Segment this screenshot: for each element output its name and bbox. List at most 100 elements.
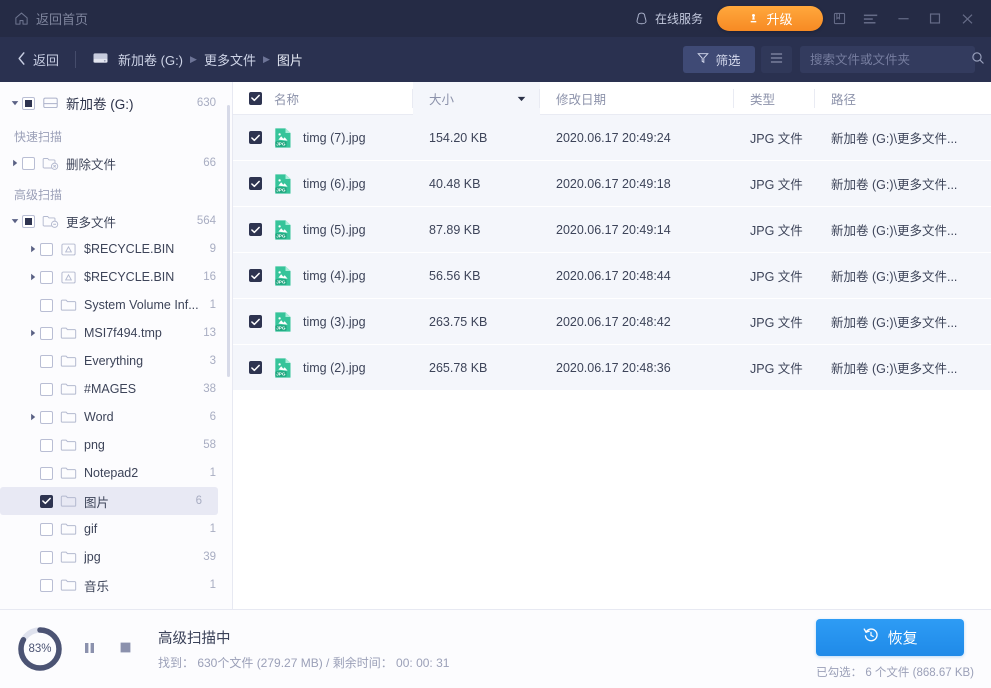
tree-toggle-icon[interactable] <box>26 273 40 281</box>
progress-ring: 83% <box>16 625 64 673</box>
column-header-size-label: 大小 <box>429 92 455 107</box>
column-header-path[interactable]: 路径 <box>815 82 991 115</box>
tree-checkbox[interactable] <box>40 298 53 312</box>
cell-path: 新加卷 (G:)\更多文件... <box>831 362 958 376</box>
sidebar-item--[interactable]: 图片 6 <box>0 487 218 515</box>
filter-button[interactable]: 筛选 <box>683 46 755 73</box>
column-header-type[interactable]: 类型 <box>734 82 815 115</box>
upgrade-button[interactable]: 升级 <box>717 6 823 31</box>
sidebar-item-system-volume-inf-[interactable]: System Volume Inf... 1 <box>0 291 232 319</box>
tree-checkbox[interactable] <box>22 96 35 110</box>
sidebar-item--mages[interactable]: #MAGES 38 <box>0 375 232 403</box>
menu-button[interactable] <box>855 0 887 37</box>
row-checkbox[interactable] <box>249 131 262 144</box>
breadcrumb-item-0[interactable]: 新加卷 (G:) <box>118 50 183 69</box>
tree-checkbox[interactable] <box>40 382 53 396</box>
sidebar-item-gif[interactable]: gif 1 <box>0 515 232 543</box>
tree-toggle-icon[interactable] <box>26 413 40 421</box>
tree-checkbox[interactable] <box>40 326 53 340</box>
navigation-bar: 返回 新加卷 (G:) ▶ 更多文件 ▶ 图片 筛选 <box>0 37 991 82</box>
sidebar-item-everything[interactable]: Everything 3 <box>0 347 232 375</box>
sidebar-item-count: 13 <box>203 327 216 339</box>
sidebar-item--recycle-bin[interactable]: $RECYCLE.BIN 16 <box>0 263 232 291</box>
breadcrumb-item-1[interactable]: 更多文件 <box>204 50 256 69</box>
breadcrumb-item-2[interactable]: 图片 <box>277 50 303 69</box>
drive-icon <box>42 95 59 111</box>
home-icon <box>14 11 29 26</box>
table-row[interactable]: JPG timg (5).jpg 87.89 KB 2020.06.17 20:49:… <box>233 207 991 253</box>
row-checkbox[interactable] <box>249 269 262 282</box>
cell-type: JPG 文件 <box>750 224 803 238</box>
select-all-checkbox[interactable] <box>249 91 262 105</box>
table-row[interactable]: JPG timg (3).jpg 263.75 KB 2020.06.17 20:48… <box>233 299 991 345</box>
sidebar-item-label: System Volume Inf... <box>84 298 199 312</box>
tree-checkbox[interactable] <box>22 214 35 228</box>
row-checkbox[interactable] <box>249 361 262 374</box>
sidebar-item--[interactable]: 更多文件 564 <box>0 207 232 235</box>
minimize-button[interactable] <box>887 0 919 37</box>
search-input[interactable] <box>800 52 971 67</box>
tree-toggle-icon[interactable] <box>26 245 40 253</box>
column-header-date[interactable]: 修改日期 <box>540 82 734 115</box>
table-row[interactable]: JPG timg (2).jpg 265.78 KB 2020.06.17 20:48… <box>233 345 991 391</box>
tree-checkbox[interactable] <box>40 410 53 424</box>
table-row[interactable]: JPG timg (7).jpg 154.20 KB 2020.06.17 20:49… <box>233 115 991 161</box>
sidebar-item--[interactable]: 音乐 1 <box>0 571 232 599</box>
tree-toggle-icon[interactable] <box>26 329 40 337</box>
cell-path: 新加卷 (G:)\更多文件... <box>831 178 958 192</box>
tree-toggle-icon[interactable] <box>8 99 22 107</box>
sidebar-item--[interactable]: 删除文件 66 <box>0 149 232 177</box>
column-header-size[interactable]: 大小 <box>413 81 540 115</box>
row-checkbox[interactable] <box>249 223 262 236</box>
search-icon[interactable] <box>971 51 985 68</box>
tree-checkbox[interactable] <box>40 354 53 368</box>
sidebar-item-notepad2[interactable]: Notepad2 1 <box>0 459 232 487</box>
cell-name: JPG timg (2).jpg <box>233 345 413 391</box>
sidebar-item-jpg[interactable]: jpg 39 <box>0 543 232 571</box>
sidebar-tree[interactable]: 新加卷 (G:) 630 快速扫描 删除文件 66 高级扫描 更多文件 564 $RECYCLE… <box>0 82 232 609</box>
row-checkbox[interactable] <box>249 177 262 190</box>
tree-checkbox[interactable] <box>40 438 53 452</box>
close-button[interactable] <box>951 0 983 37</box>
cell-type: JPG 文件 <box>750 270 803 284</box>
cell-size: 265.78 KB <box>429 360 488 375</box>
home-button[interactable]: 返回首页 <box>14 9 88 28</box>
tree-checkbox[interactable] <box>40 242 53 256</box>
tree-checkbox[interactable] <box>40 466 53 480</box>
tree-checkbox[interactable] <box>40 578 53 592</box>
cell-type: JPG 文件 <box>750 362 803 376</box>
tree-toggle-icon[interactable] <box>8 159 22 167</box>
drive-icon <box>92 51 109 68</box>
pause-button[interactable] <box>78 638 100 660</box>
recover-button[interactable]: 恢复 <box>816 618 965 656</box>
tree-checkbox[interactable] <box>22 156 35 170</box>
sidebar-item-msi7f494-tmp[interactable]: MSI7f494.tmp 13 <box>0 319 232 347</box>
sidebar-item-word[interactable]: Word 6 <box>0 403 232 431</box>
tree-checkbox[interactable] <box>40 270 53 284</box>
file-name: timg (6).jpg <box>303 176 366 191</box>
caret-down-icon[interactable] <box>517 91 526 105</box>
table-header-row: 名称 大小 修改日期 类型 路径 <box>233 81 991 115</box>
cell-name: JPG timg (7).jpg <box>233 115 413 161</box>
online-service-button[interactable]: 在线服务 <box>634 10 703 27</box>
table-row[interactable]: JPG timg (6).jpg 40.48 KB 2020.06.17 20:49:… <box>233 161 991 207</box>
menu-icon <box>863 12 879 26</box>
maximize-button[interactable] <box>919 0 951 37</box>
sidebar-scrollbar[interactable] <box>227 105 230 377</box>
back-button[interactable]: 返回 <box>16 50 59 69</box>
table-row[interactable]: JPG timg (4).jpg 56.56 KB 2020.06.17 20:48:… <box>233 253 991 299</box>
search-box[interactable] <box>800 46 984 73</box>
column-header-name[interactable]: 名称 <box>233 82 413 115</box>
view-toggle-button[interactable] <box>761 46 792 73</box>
sidebar-item--recycle-bin[interactable]: $RECYCLE.BIN 9 <box>0 235 232 263</box>
tree-toggle-icon[interactable] <box>8 217 22 225</box>
sidebar-item--g-[interactable]: 新加卷 (G:) 630 <box>0 87 232 119</box>
back-label: 返回 <box>33 53 60 68</box>
manual-button[interactable] <box>823 0 855 37</box>
sidebar-item-png[interactable]: png 58 <box>0 431 232 459</box>
tree-checkbox[interactable] <box>40 550 53 564</box>
tree-checkbox[interactable] <box>40 522 53 536</box>
tree-checkbox[interactable] <box>40 494 53 508</box>
stop-button[interactable] <box>114 638 136 660</box>
row-checkbox[interactable] <box>249 315 262 328</box>
